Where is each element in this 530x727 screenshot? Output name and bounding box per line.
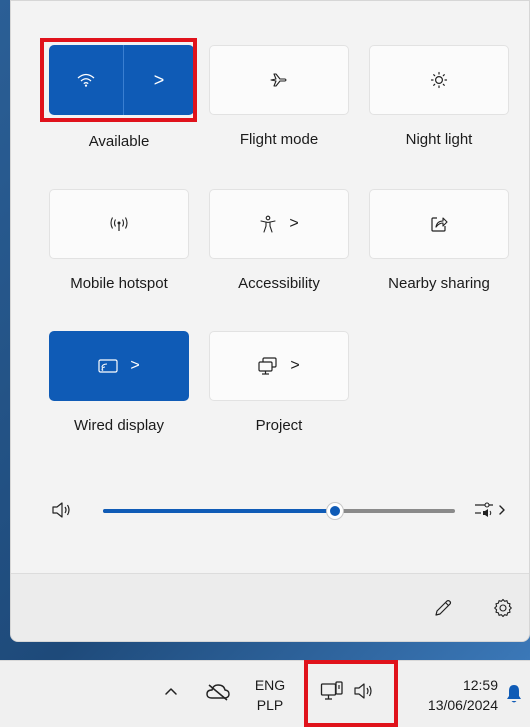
speaker-icon[interactable] xyxy=(353,682,375,700)
wifi-toggle-button[interactable] xyxy=(49,45,124,115)
cast-icon xyxy=(98,359,118,373)
clock-date: 13/06/2024 xyxy=(427,697,498,713)
tile-label-wifi: Available xyxy=(88,133,150,150)
airplane-icon xyxy=(270,72,288,88)
accessibility-icon xyxy=(259,215,277,233)
project-icon xyxy=(258,357,278,375)
tile-label-accessibility: Accessibility xyxy=(238,275,320,292)
audio-output-icon xyxy=(475,502,493,517)
cloud-offline-icon[interactable] xyxy=(206,683,230,701)
volume-row xyxy=(11,491,529,531)
chevron-right-icon: > xyxy=(130,357,140,374)
night-light-button[interactable] xyxy=(369,45,509,115)
language-code: ENG xyxy=(254,677,286,693)
quick-settings-footer xyxy=(11,573,529,641)
pencil-icon[interactable] xyxy=(433,598,453,618)
tile-label-wired-display: Wired display xyxy=(73,417,165,434)
network-icon[interactable] xyxy=(320,681,344,703)
tile-label-nearby-sharing: Nearby sharing xyxy=(388,275,490,292)
volume-slider[interactable] xyxy=(103,502,455,520)
taskbar: ENG PLP 12:59 13/06/2024 xyxy=(0,660,530,727)
nearby-sharing-button[interactable] xyxy=(369,189,509,259)
chevron-right-icon: > xyxy=(289,215,299,232)
gear-icon[interactable] xyxy=(493,598,513,618)
clock-time: 12:59 xyxy=(462,677,498,693)
volume-slider-fill xyxy=(103,509,336,513)
mobile-hotspot-button[interactable] xyxy=(49,189,189,259)
notification-bell-icon[interactable] xyxy=(506,684,522,704)
quick-settings-panel: > Available Flight mode Night light Mobi… xyxy=(10,0,530,642)
share-icon xyxy=(430,215,448,233)
keyboard-layout: PLP xyxy=(256,697,284,713)
show-hidden-icons-button[interactable] xyxy=(163,683,179,699)
quick-settings-grid: > Available Flight mode Night light Mobi… xyxy=(11,1,529,541)
wifi-expand-button[interactable]: > xyxy=(124,45,194,115)
audio-output-button[interactable] xyxy=(473,499,509,521)
tile-label-project: Project xyxy=(255,417,303,434)
speaker-icon[interactable] xyxy=(51,501,73,519)
wifi-icon xyxy=(77,73,95,87)
wifi-split-tile: > xyxy=(49,45,194,115)
chevron-right-icon: > xyxy=(290,357,300,374)
tile-label-night-light: Night light xyxy=(405,131,473,148)
flight-mode-button[interactable] xyxy=(209,45,349,115)
volume-slider-thumb[interactable] xyxy=(326,502,345,520)
chevron-right-icon: > xyxy=(153,69,165,90)
project-button[interactable]: > xyxy=(209,331,349,401)
clock[interactable]: 12:59 13/06/2024 xyxy=(400,675,498,715)
tile-label-mobile-hotspot: Mobile hotspot xyxy=(70,275,168,292)
accessibility-button[interactable]: > xyxy=(209,189,349,259)
brightness-icon xyxy=(430,71,448,89)
tile-label-flight-mode: Flight mode xyxy=(239,131,319,148)
language-indicator[interactable]: ENG PLP xyxy=(250,675,290,715)
hotspot-icon xyxy=(109,216,129,232)
wired-display-button[interactable]: > xyxy=(49,331,189,401)
